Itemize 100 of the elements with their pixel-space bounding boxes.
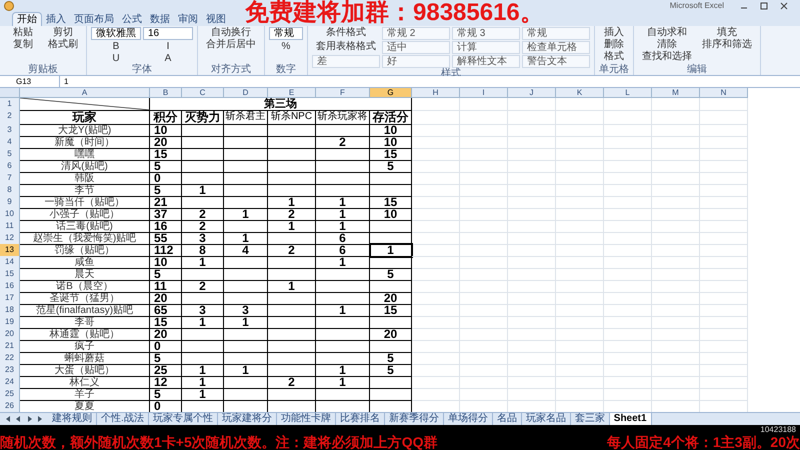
empty-cell[interactable] [604,388,652,401]
empty-cell[interactable] [556,110,604,125]
row-header[interactable]: 13 [0,244,20,257]
empty-cell[interactable] [508,316,556,329]
empty-cell[interactable] [652,148,700,161]
ribbon-button[interactable]: U [91,53,141,64]
empty-cell[interactable] [700,220,748,233]
empty-cell[interactable] [556,220,604,233]
empty-cell[interactable] [700,196,748,209]
ribbon-button[interactable]: 粘贴 [4,27,42,38]
empty-cell[interactable] [700,292,748,305]
empty-cell[interactable] [556,316,604,329]
column-header[interactable]: I [460,88,508,98]
empty-cell[interactable] [508,172,556,185]
empty-cell[interactable] [700,160,748,173]
row-header[interactable]: 20 [0,328,20,341]
empty-cell[interactable] [700,148,748,161]
ribbon-field[interactable]: 微软雅黑 [91,27,141,40]
ribbon-button[interactable]: % [269,41,303,52]
ribbon-button[interactable]: B [91,41,141,52]
empty-cell[interactable] [460,208,508,221]
column-header[interactable]: N [700,88,748,98]
empty-cell[interactable] [652,160,700,173]
empty-cell[interactable] [700,110,748,125]
cell-style-swatch[interactable]: 差 [312,55,380,68]
empty-cell[interactable] [604,184,652,197]
empty-cell[interactable] [508,280,556,293]
empty-cell[interactable] [652,340,700,353]
empty-cell[interactable] [652,184,700,197]
empty-cell[interactable] [652,316,700,329]
empty-cell[interactable] [604,148,652,161]
empty-cell[interactable] [556,340,604,353]
empty-cell[interactable] [508,244,556,257]
empty-cell[interactable] [700,124,748,137]
empty-cell[interactable] [556,148,604,161]
empty-cell[interactable] [508,110,556,125]
empty-cell[interactable] [412,364,460,377]
empty-cell[interactable] [460,98,508,111]
empty-cell[interactable] [604,160,652,173]
empty-cell[interactable] [700,98,748,111]
empty-cell[interactable] [412,136,460,149]
row-header[interactable]: 14 [0,256,20,269]
empty-cell[interactable] [460,328,508,341]
ribbon-button[interactable]: 清除 [638,39,696,50]
empty-cell[interactable] [604,124,652,137]
empty-cell[interactable] [604,256,652,269]
empty-cell[interactable] [556,196,604,209]
ribbon-button[interactable]: 排序和筛选 [698,39,756,50]
empty-cell[interactable] [652,304,700,317]
empty-cell[interactable] [460,136,508,149]
cell-style-swatch[interactable]: 解释性文本 [452,55,520,68]
empty-cell[interactable] [460,184,508,197]
empty-cell[interactable] [652,124,700,137]
empty-cell[interactable] [700,232,748,245]
empty-cell[interactable] [604,364,652,377]
column-header[interactable]: D [224,88,268,98]
empty-cell[interactable] [556,364,604,377]
empty-cell[interactable] [652,196,700,209]
empty-cell[interactable] [556,244,604,257]
empty-cell[interactable] [508,268,556,281]
column-header[interactable]: H [412,88,460,98]
cell-style-swatch[interactable]: 警告文本 [522,55,590,68]
empty-cell[interactable] [412,110,460,125]
empty-cell[interactable] [700,328,748,341]
empty-cell[interactable] [700,184,748,197]
empty-cell[interactable] [556,136,604,149]
empty-cell[interactable] [508,98,556,111]
empty-cell[interactable] [556,352,604,365]
row-header[interactable]: 3 [0,124,20,137]
column-header[interactable]: F [316,88,370,98]
empty-cell[interactable] [604,110,652,125]
empty-cell[interactable] [508,232,556,245]
ribbon-tab[interactable]: 开始 [12,12,42,26]
empty-cell[interactable] [508,124,556,137]
empty-cell[interactable] [700,304,748,317]
empty-cell[interactable] [700,268,748,281]
row-header[interactable]: 18 [0,304,20,317]
empty-cell[interactable] [652,268,700,281]
empty-cell[interactable] [412,232,460,245]
row-header[interactable]: 11 [0,220,20,233]
empty-cell[interactable] [604,292,652,305]
cell-style-swatch[interactable]: 检查单元格 [522,41,590,54]
empty-cell[interactable] [604,98,652,111]
empty-cell[interactable] [652,220,700,233]
sheet-navigation-icon[interactable] [4,415,44,423]
empty-cell[interactable] [700,376,748,389]
empty-cell[interactable] [460,220,508,233]
empty-cell[interactable] [412,340,460,353]
empty-cell[interactable] [412,316,460,329]
empty-cell[interactable] [460,364,508,377]
empty-cell[interactable] [412,196,460,209]
row-header[interactable]: 9 [0,196,20,209]
row-header[interactable]: 16 [0,280,20,293]
ribbon-button[interactable]: 查找和选择 [638,51,696,62]
empty-cell[interactable] [508,208,556,221]
empty-cell[interactable] [508,352,556,365]
empty-cell[interactable] [604,196,652,209]
row-header[interactable]: 17 [0,292,20,305]
cell-style-swatch[interactable]: 计算 [452,41,520,54]
empty-cell[interactable] [700,172,748,185]
